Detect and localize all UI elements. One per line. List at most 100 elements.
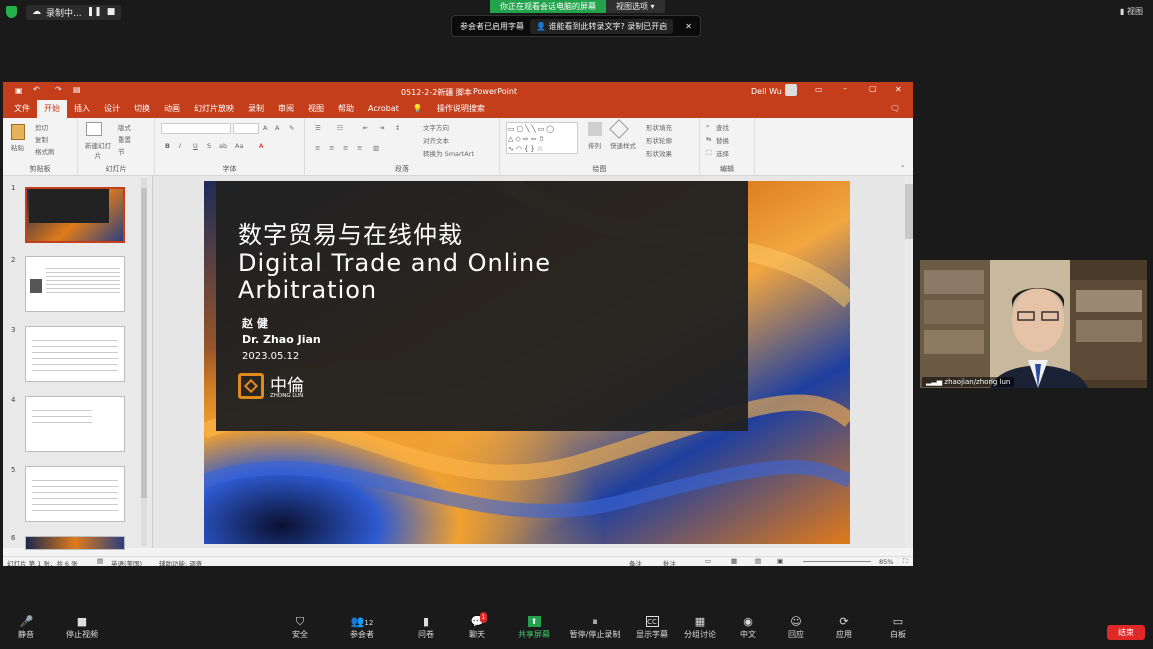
comments-button[interactable]: 批注 — [663, 558, 676, 566]
bold-icon[interactable]: B — [165, 142, 170, 150]
minimize-icon[interactable]: – — [843, 84, 847, 93]
font-color-icon[interactable]: A — [259, 142, 263, 150]
stop-video-button[interactable]: ■ 停止视频 — [60, 616, 104, 640]
cut-button[interactable]: 剪切 — [35, 122, 48, 132]
tab-file[interactable]: 文件 — [7, 100, 37, 118]
italic-icon[interactable]: I — [179, 142, 181, 150]
user-name[interactable]: Dell Wu — [751, 87, 782, 96]
present-icon[interactable]: ▤ — [73, 85, 81, 94]
ribbon-display-icon[interactable]: ▭ — [815, 85, 823, 94]
undo-icon[interactable]: ↶ — [33, 85, 40, 94]
reading-view-icon[interactable]: ▤ — [755, 557, 761, 565]
align-right-icon[interactable]: ≡ — [343, 144, 348, 152]
align-center-icon[interactable]: ≡ — [329, 144, 334, 152]
tab-home[interactable]: 开始 — [37, 100, 67, 118]
mute-button[interactable]: 🎤 静音 — [4, 616, 48, 640]
zoom-level[interactable]: 85% — [879, 558, 893, 566]
arrange-button[interactable]: 排列 — [588, 140, 601, 150]
user-avatar[interactable] — [785, 84, 797, 96]
collapse-ribbon-icon[interactable]: ⌃ — [900, 164, 905, 172]
shape-fill-button[interactable]: 形状填充 — [646, 122, 672, 132]
grow-font-icon[interactable]: A — [263, 124, 267, 132]
quick-styles-button[interactable]: 快速样式 — [610, 140, 636, 150]
zoom-slider[interactable] — [803, 561, 871, 562]
select-button[interactable]: 选择 — [716, 148, 729, 158]
slideshow-view-icon[interactable]: ▣ — [777, 557, 783, 565]
caption-question-link[interactable]: 👤 谁能看到此转录文字? 录制已开启 — [530, 18, 674, 34]
tell-me-search[interactable]: 操作说明搜索 — [430, 100, 492, 118]
find-button[interactable]: 查找 — [716, 122, 729, 132]
main-slide[interactable]: 数字贸易与在线仲裁 Digital Trade and Online Arbit… — [204, 181, 850, 544]
canvas-scrollbar[interactable] — [905, 176, 913, 548]
layout-button[interactable]: 版式 — [118, 122, 131, 132]
paste-icon[interactable] — [11, 124, 25, 140]
sorter-view-icon[interactable]: ▦ — [731, 557, 737, 565]
tab-insert[interactable]: 插入 — [67, 100, 97, 118]
align-text-button[interactable]: 对齐文本 — [423, 135, 449, 145]
replace-button[interactable]: 替换 — [716, 135, 729, 145]
redo-icon[interactable]: ↷ — [55, 85, 62, 94]
slide-thumb-4[interactable] — [25, 396, 125, 452]
pause-stop-recording-button[interactable]: ⏸ 暂停/停止录制 — [566, 616, 624, 640]
text-direction-button[interactable]: 文字方向 — [423, 122, 449, 132]
font-name-input[interactable] — [161, 123, 231, 134]
shapes-gallery[interactable]: ▭▢╲╲▭◯ △◇⇨⇦⇧ ∿◠{}☆ — [506, 122, 578, 154]
tab-review[interactable]: 审阅 — [271, 100, 301, 118]
line-spacing-icon[interactable]: ↕ — [395, 124, 400, 132]
end-meeting-button[interactable]: 结束 — [1107, 625, 1145, 640]
tab-help[interactable]: 帮助 — [331, 100, 361, 118]
language-indicator[interactable]: 英语(美国) — [111, 558, 142, 566]
tab-acrobat[interactable]: Acrobat — [361, 100, 406, 118]
pause-recording-icon[interactable]: ❚❚ — [87, 7, 102, 17]
tab-slideshow[interactable]: 幻灯片放映 — [187, 100, 241, 118]
format-painter-button[interactable]: 格式刷 — [35, 146, 55, 156]
language-button[interactable]: ◉ 中文 — [726, 616, 770, 640]
participant-video[interactable]: ▂▃▅ zhaojian/zhong lun — [920, 260, 1147, 388]
security-shield-icon[interactable] — [6, 6, 17, 18]
normal-view-icon[interactable]: ▭ — [705, 557, 711, 565]
spellcheck-icon[interactable]: ▤ — [97, 557, 103, 565]
polls-button[interactable]: ▮ 问卷 — [404, 616, 448, 640]
recording-indicator[interactable]: ☁ 录制中... ❚❚ ■ — [26, 4, 122, 20]
align-left-icon[interactable]: ≡ — [315, 144, 320, 152]
maximize-icon[interactable]: ▢ — [869, 84, 877, 93]
view-options-button[interactable]: 视图选项 ▾ — [606, 0, 665, 13]
slide-thumb-3[interactable] — [25, 326, 125, 382]
captions-button[interactable]: CC 显示字幕 — [630, 616, 674, 640]
tab-transitions[interactable]: 切换 — [127, 100, 157, 118]
breakout-rooms-button[interactable]: ▦ 分组讨论 — [678, 616, 722, 640]
slide-thumb-6[interactable] — [25, 536, 125, 550]
columns-icon[interactable]: ▥ — [373, 144, 379, 152]
whiteboard-button[interactable]: ▭ 白板 — [876, 616, 920, 640]
case-icon[interactable]: Aa — [235, 142, 243, 150]
slide-thumb-5[interactable] — [25, 466, 125, 522]
slide-thumb-2[interactable] — [25, 256, 125, 312]
tab-view[interactable]: 视图 — [301, 100, 331, 118]
participants-button[interactable]: 👥12 参会者 — [340, 616, 384, 640]
accessibility-status[interactable]: 辅助功能: 调查 — [159, 558, 202, 566]
clear-format-icon[interactable]: ✎ — [289, 124, 294, 132]
quick-styles-icon[interactable] — [609, 119, 629, 139]
char-spacing-icon[interactable]: ab — [219, 142, 227, 150]
section-button[interactable]: 节 — [118, 146, 125, 156]
justify-icon[interactable]: ≡ — [357, 144, 362, 152]
smartart-button[interactable]: 转换为 SmartArt — [423, 148, 474, 158]
tab-record[interactable]: 录制 — [241, 100, 271, 118]
new-slide-button[interactable]: 新建幻灯片 — [82, 140, 114, 160]
paste-label[interactable]: 粘贴 — [11, 142, 24, 152]
share-screen-button[interactable]: ⬆ 共享屏幕 — [512, 616, 556, 640]
arrange-icon[interactable] — [588, 122, 602, 136]
tab-animations[interactable]: 动画 — [157, 100, 187, 118]
view-button[interactable]: ▮ 视图 — [1120, 6, 1143, 17]
indent-icon[interactable]: ⇤ — [363, 124, 368, 132]
strikethrough-icon[interactable]: S — [207, 142, 211, 150]
shrink-font-icon[interactable]: A — [275, 124, 279, 132]
close-icon[interactable]: ✕ — [685, 22, 692, 31]
shape-outline-button[interactable]: 形状轮廓 — [646, 135, 672, 145]
security-button[interactable]: ⛉ 安全 — [278, 616, 322, 640]
shape-effects-button[interactable]: 形状效果 — [646, 148, 672, 158]
stop-recording-icon[interactable]: ■ — [107, 7, 116, 17]
underline-icon[interactable]: U — [193, 142, 198, 150]
apps-button[interactable]: ⟳ 应用 — [822, 616, 866, 640]
font-size-input[interactable] — [233, 123, 259, 134]
